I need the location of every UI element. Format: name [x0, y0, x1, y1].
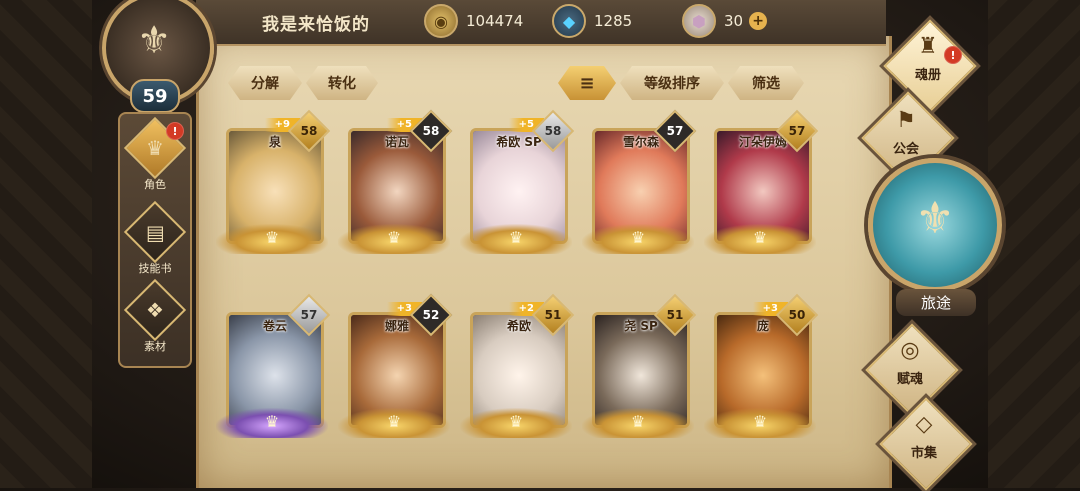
nav-label: 魂册 — [914, 68, 941, 83]
nav-label: 公会 — [892, 142, 919, 157]
sidebar-item-materials[interactable]: ❖ 素材 — [120, 278, 190, 356]
alert-badge: ! — [944, 46, 962, 64]
decompose-button[interactable]: 分解 — [228, 66, 302, 100]
left-sidebar: ♛ 角色 ! ▤ 技能书 ❖ 素材 — [118, 112, 192, 368]
character-card[interactable]: 尧 SP 51 ♛ — [582, 293, 697, 440]
crown-icon: ♛ — [264, 412, 280, 431]
sidebar-item-skill-books[interactable]: ▤ 技能书 — [120, 200, 190, 278]
nav-market[interactable]: ◇ 市集 — [879, 397, 973, 491]
crystal-icon: ◆ — [552, 4, 586, 38]
crown-icon: ♛ — [752, 228, 768, 247]
journey-crest-icon: ⚜ — [915, 193, 955, 244]
rarity-wings: ♛ — [216, 224, 328, 254]
rarity-wings: ♛ — [460, 408, 572, 438]
character-card[interactable]: 雪尔森 57 ♛ — [582, 109, 697, 256]
swirl-icon: ◎ — [900, 338, 920, 363]
crown-icon: ♛ — [630, 228, 646, 247]
rarity-wings: ♛ — [704, 408, 816, 438]
material-icon: ❖ — [146, 298, 164, 322]
character-card[interactable]: 泉 +9 58 ♛ — [216, 109, 331, 256]
sidebar-diamond: ❖ — [123, 278, 187, 342]
journey-button[interactable]: ⚜ — [868, 158, 1002, 292]
crown-icon: ♛ — [386, 228, 402, 247]
crystal-amount: 1285 — [594, 12, 633, 30]
rarity-wings: ♛ — [582, 408, 694, 438]
nav-talent[interactable]: ◎ 赋魂 — [865, 323, 959, 417]
left-border-decoration — [0, 0, 92, 488]
gold-amount: 104474 — [466, 12, 524, 30]
add-gem-button[interactable]: + — [749, 12, 768, 30]
crown-icon: ♛ — [752, 412, 768, 431]
character-card[interactable]: 卷云 57 ♛ — [216, 293, 331, 440]
book-icon: ▤ — [145, 220, 165, 244]
gem-amount: 30 — [724, 12, 744, 30]
character-card[interactable]: 庞 +3 50 ♛ — [704, 293, 819, 440]
rarity-wings: ♛ — [704, 224, 816, 254]
crown-icon: ♛ — [508, 228, 524, 247]
crest-icon: ⚜ — [136, 18, 172, 62]
character-icon: ♛ — [146, 136, 164, 160]
crown-icon: ♛ — [508, 412, 524, 431]
sort-by-level-button[interactable]: 等级排序 — [620, 66, 724, 100]
crown-icon: ♛ — [386, 412, 402, 431]
banner-icon: ⚑ — [896, 108, 916, 133]
character-card[interactable]: 汀朵伊姆 57 ♛ — [704, 109, 819, 256]
character-card[interactable]: 娜雅 +3 52 ♛ — [338, 293, 453, 440]
crystal-resource: ◆ 1285 — [552, 4, 633, 38]
sidebar-item-characters[interactable]: ♛ 角色 ! — [120, 116, 190, 194]
rarity-wings: ♛ — [460, 224, 572, 254]
right-border-decoration — [988, 0, 1080, 488]
alert-badge: ! — [166, 122, 184, 140]
player-level-badge: 59 — [130, 79, 180, 113]
player-name: 我是来恰饭的 — [262, 15, 370, 35]
journey-label: 旅途 — [896, 289, 976, 316]
filter-button[interactable]: 筛选 — [728, 66, 804, 100]
rarity-wings: ♛ — [338, 224, 450, 254]
crown-icon: ♛ — [630, 412, 646, 431]
sidebar-diamond: ▤ — [123, 200, 187, 264]
rarity-wings: ♛ — [216, 408, 328, 438]
gem-resource: ⬢ 30 + — [682, 4, 768, 38]
gold-coin-icon: ◉ — [424, 4, 458, 38]
character-card[interactable]: 希欧 SP +5 58 ♛ — [460, 109, 575, 256]
character-card[interactable]: 希欧 +2 51 ♛ — [460, 293, 575, 440]
gem-icon: ⬢ — [682, 4, 716, 38]
character-card[interactable]: 诺瓦 +5 58 ♛ — [338, 109, 453, 256]
crown-icon: ♛ — [264, 228, 280, 247]
sort-order-button[interactable]: ≡ — [558, 66, 616, 100]
rarity-wings: ♛ — [582, 224, 694, 254]
rarity-wings: ♛ — [338, 408, 450, 438]
nav-label: 市集 — [910, 446, 937, 461]
nav-label: 赋魂 — [896, 372, 923, 387]
diamond-icon: ◇ — [915, 412, 933, 437]
gold-resource: ◉ 104474 — [424, 4, 524, 38]
nav-soul-book[interactable]: ♜ 魂册 ! — [883, 19, 977, 113]
convert-button[interactable]: 转化 — [306, 66, 378, 100]
